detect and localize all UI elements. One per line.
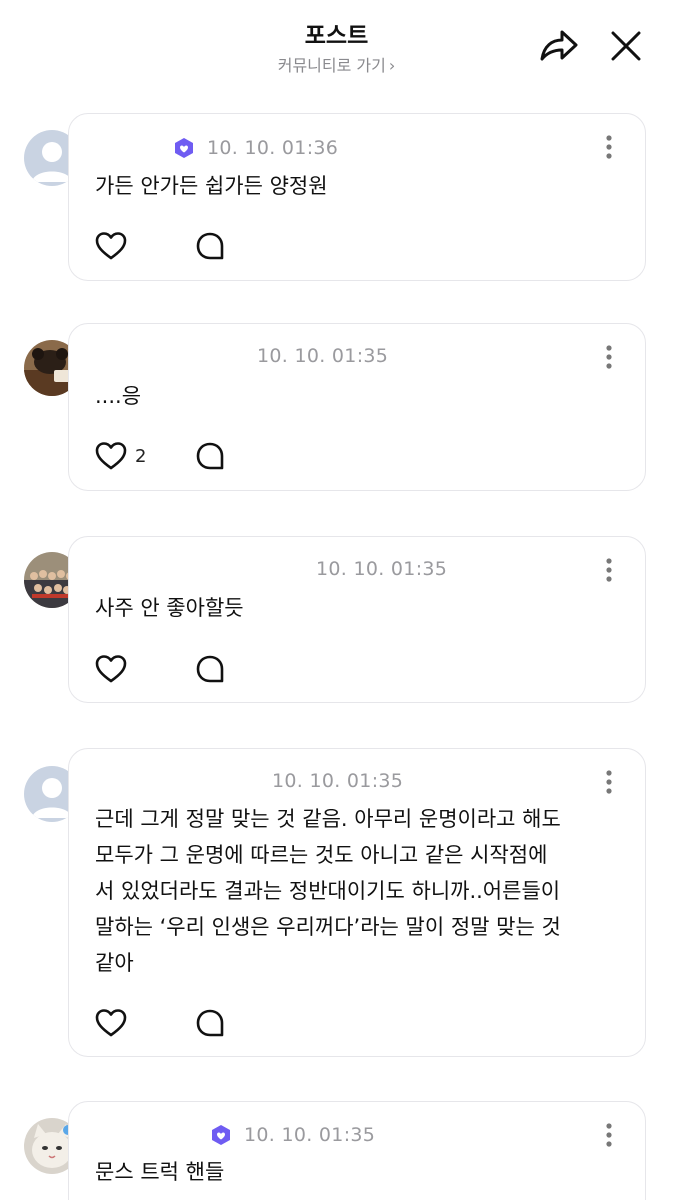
post-timestamp: 10. 10. 01:35 — [244, 1124, 376, 1146]
close-icon[interactable] — [607, 27, 645, 65]
post-text: 사주 안 좋아할듯 — [95, 596, 244, 620]
post-timestamp: 10. 10. 01:35 — [316, 558, 448, 580]
share-arrow-icon[interactable] — [538, 26, 580, 66]
post-text: 가든 안가든 쉽가든 양정원 — [95, 174, 328, 198]
more-options-icon[interactable] — [605, 344, 613, 370]
verified-badge-icon — [175, 138, 193, 158]
comment-bubble-icon[interactable] — [195, 231, 225, 261]
like-heart-icon[interactable] — [95, 654, 127, 684]
header: 포스트 커뮤니티로 가기 › — [0, 0, 673, 95]
post-card[interactable]: 10. 10. 01:36 가든 안가든 쉽가든 양정원 — [68, 113, 646, 281]
post-meta: 10. 10. 01:36 — [173, 136, 338, 160]
like-heart-icon[interactable] — [95, 1008, 127, 1038]
post-actions — [95, 1007, 155, 1039]
like-heart-icon[interactable] — [95, 441, 127, 471]
verified-badge-icon — [212, 1125, 230, 1145]
post-text: 문스 트럭 핸들 — [95, 1160, 225, 1184]
more-options-icon[interactable] — [605, 1122, 613, 1148]
post-text: ....응 — [95, 384, 142, 408]
post-meta: 10. 10. 01:35 — [272, 769, 403, 793]
post-timestamp: 10. 10. 01:35 — [272, 770, 404, 792]
more-options-icon[interactable] — [605, 557, 613, 583]
chevron-right-icon: › — [388, 56, 396, 75]
post-card[interactable]: 10. 10. 01:35 문스 트럭 핸들 — [68, 1101, 646, 1200]
post-text: 근데 그게 정말 맞는 것 같음. 아무리 운명이라고 해도 모두가 그 운명에… — [95, 807, 561, 975]
like-heart-icon[interactable] — [95, 231, 127, 261]
post-card[interactable]: 10. 10. 01:35 ....응 2 — [68, 323, 646, 491]
comment-bubble-icon[interactable] — [195, 1008, 225, 1038]
community-link-label: 커뮤니티로 가기 — [277, 56, 386, 75]
like-count: 2 — [135, 445, 147, 467]
post-meta: 10. 10. 01:35 — [316, 557, 447, 581]
post-actions — [95, 230, 155, 262]
post-card[interactable]: 10. 10. 01:35 사주 안 좋아할듯 — [68, 536, 646, 703]
more-options-icon[interactable] — [605, 134, 613, 160]
more-options-icon[interactable] — [605, 769, 613, 795]
post-card[interactable]: 10. 10. 01:35 근데 그게 정말 맞는 것 같음. 아무리 운명이라… — [68, 748, 646, 1057]
comment-bubble-icon[interactable] — [195, 441, 225, 471]
post-timestamp: 10. 10. 01:36 — [207, 137, 339, 159]
post-actions — [95, 653, 155, 685]
comment-bubble-icon[interactable] — [195, 654, 225, 684]
post-actions: 2 — [95, 440, 155, 472]
post-meta: 10. 10. 01:35 — [257, 344, 388, 368]
post-meta: 10. 10. 01:35 — [210, 1123, 375, 1147]
post-timestamp: 10. 10. 01:35 — [257, 345, 389, 367]
